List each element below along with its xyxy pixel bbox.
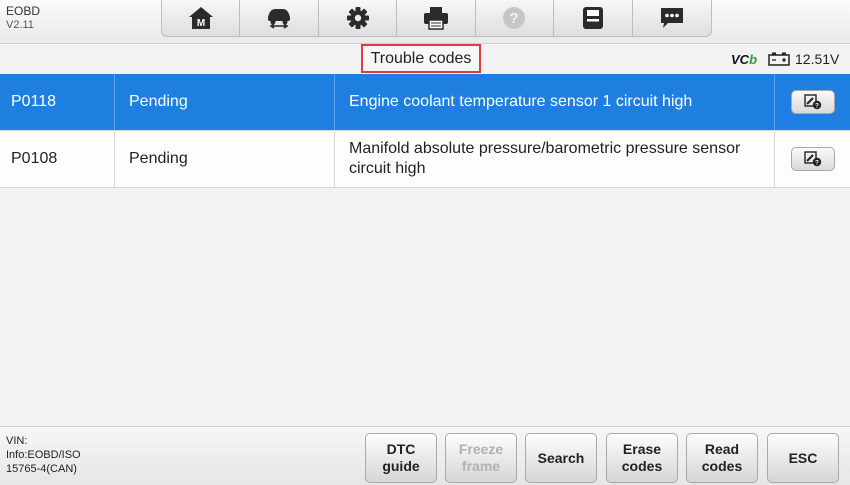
table-row[interactable]: P0118 Pending Engine coolant temperature… (0, 74, 850, 131)
save-button[interactable] (554, 0, 633, 36)
dtc-code: P0108 (0, 131, 115, 187)
svg-text:?: ? (510, 10, 519, 27)
page-title: Trouble codes (361, 44, 481, 73)
dtc-help-cell: ? (775, 131, 850, 187)
read-codes-button[interactable]: Read codes (686, 433, 758, 483)
svg-text:?: ? (815, 103, 819, 110)
vehicle-info: VIN: Info:EOBD/ISO 15765-4(CAN) (6, 434, 81, 476)
vci-prefix: VC (731, 52, 750, 67)
dtc-status: Pending (115, 74, 335, 130)
vin-label: VIN: (6, 435, 28, 447)
trouble-codes-table: P0118 Pending Engine coolant temperature… (0, 74, 850, 188)
app-name: EOBD (6, 4, 41, 18)
dtc-code: P0118 (0, 74, 115, 130)
dtc-help-button[interactable]: ? (790, 147, 835, 171)
svg-text:?: ? (815, 160, 819, 167)
battery-icon (768, 52, 790, 66)
help-button[interactable]: ? (476, 0, 555, 36)
top-toolbar: EOBD V2.11 M ? (0, 0, 850, 44)
wrench-help-icon: ? (803, 151, 821, 167)
app-version: V2.11 (6, 19, 34, 31)
freeze-frame-button[interactable]: Freeze frame (445, 433, 517, 483)
dtc-description: Engine coolant temperature sensor 1 circ… (335, 74, 775, 130)
home-button[interactable]: M (162, 0, 241, 36)
dtc-help-button[interactable]: ? (790, 90, 835, 114)
protocol-info-detail: 15765-4(CAN) (6, 463, 77, 475)
vci-suffix: b (749, 52, 758, 67)
battery-voltage: 12.51V (795, 51, 840, 67)
print-icon (423, 7, 448, 30)
print-button[interactable] (397, 0, 476, 36)
vehicle-swap-button[interactable] (240, 0, 319, 36)
function-toolbar: M ? (161, 0, 712, 37)
esc-button[interactable]: ESC (767, 433, 839, 483)
dtc-guide-button[interactable]: DTC guide (365, 433, 437, 483)
save-icon (582, 7, 603, 29)
message-icon (660, 8, 683, 28)
dtc-description: Manifold absolute pressure/barometric pr… (335, 131, 775, 187)
vci-indicator: VCb (731, 52, 757, 67)
svg-text:M: M (197, 18, 205, 29)
erase-codes-button[interactable]: Erase codes (606, 433, 678, 483)
dtc-help-cell: ? (775, 74, 850, 130)
home-icon: M (188, 7, 213, 29)
table-row[interactable]: P0108 Pending Manifold absolute pressure… (0, 131, 850, 188)
search-button[interactable]: Search (525, 433, 597, 483)
help-icon: ? (503, 7, 526, 29)
bottom-bar: VIN: Info:EOBD/ISO 15765-4(CAN) DTC guid… (0, 426, 850, 485)
protocol-info: Info:EOBD/ISO (6, 449, 81, 461)
message-button[interactable] (633, 0, 711, 36)
dtc-status: Pending (115, 131, 335, 187)
wrench-help-icon: ? (803, 94, 821, 110)
vehicle-swap-icon (268, 9, 291, 29)
status-row: Trouble codes VCb 12.51V (0, 44, 850, 74)
settings-gear-icon (346, 7, 369, 29)
settings-button[interactable] (319, 0, 398, 36)
